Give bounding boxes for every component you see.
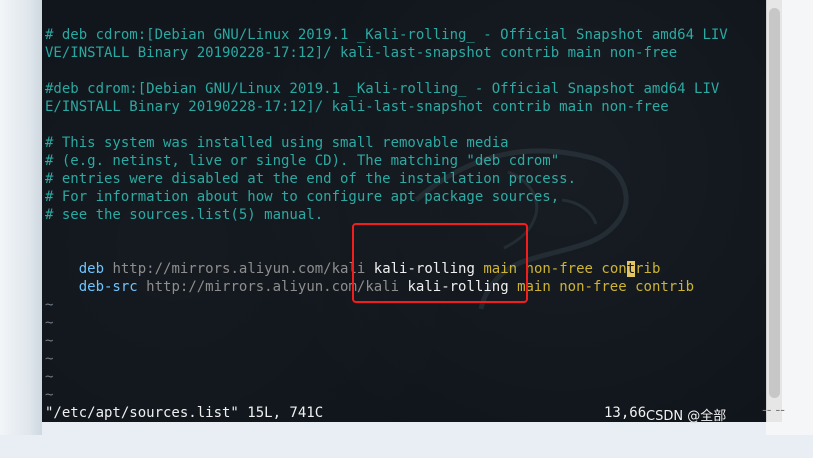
empty-line-marker-1: ~ (45, 297, 54, 313)
watermark-suffix: -- -- (762, 403, 785, 418)
file-status: "/etc/apt/sources.list" 15L, 741C (45, 405, 324, 421)
comment-line-7: # entries were disabled at the end of th… (45, 171, 577, 187)
highlight-box (352, 223, 528, 303)
cursor-position: 13,66 (604, 405, 647, 421)
comment-line-8: # For information about how to configure… (45, 189, 560, 205)
empty-line-marker-4: ~ (45, 351, 54, 367)
vertical-scrollbar[interactable] (766, 0, 782, 422)
comment-line-4: E/INSTALL Binary 20190228-17:12]/ kali-l… (45, 99, 669, 115)
empty-line-marker-3: ~ (45, 333, 54, 349)
empty-line-marker-2: ~ (45, 315, 54, 331)
comment-line-1: # deb cdrom:[Debian GNU/Linux 2019.1 _Ka… (45, 27, 728, 43)
terminal-window[interactable]: # deb cdrom:[Debian GNU/Linux 2019.1 _Ka… (42, 0, 766, 422)
comment-line-3: #deb cdrom:[Debian GNU/Linux 2019.1 _Kal… (45, 81, 720, 97)
window-left-edge (0, 0, 42, 435)
deb-src-components: non-free contrib (559, 279, 695, 295)
empty-line-marker-5: ~ (45, 369, 54, 385)
empty-line-marker-6: ~ (45, 387, 54, 403)
comment-line-6: # (e.g. netinst, live or single CD). The… (45, 153, 560, 169)
comment-line-5: # This system was installed using small … (45, 135, 509, 151)
csdn-watermark: CSDN @全部 (646, 409, 727, 424)
comment-line-2: VE/INSTALL Binary 20190228-17:12]/ kali-… (45, 45, 678, 61)
scrollbar-thumb[interactable] (769, 8, 780, 398)
comment-line-9: # see the sources.list(5) manual. (45, 207, 324, 223)
deb-src-keyword: deb-src (78, 279, 138, 295)
